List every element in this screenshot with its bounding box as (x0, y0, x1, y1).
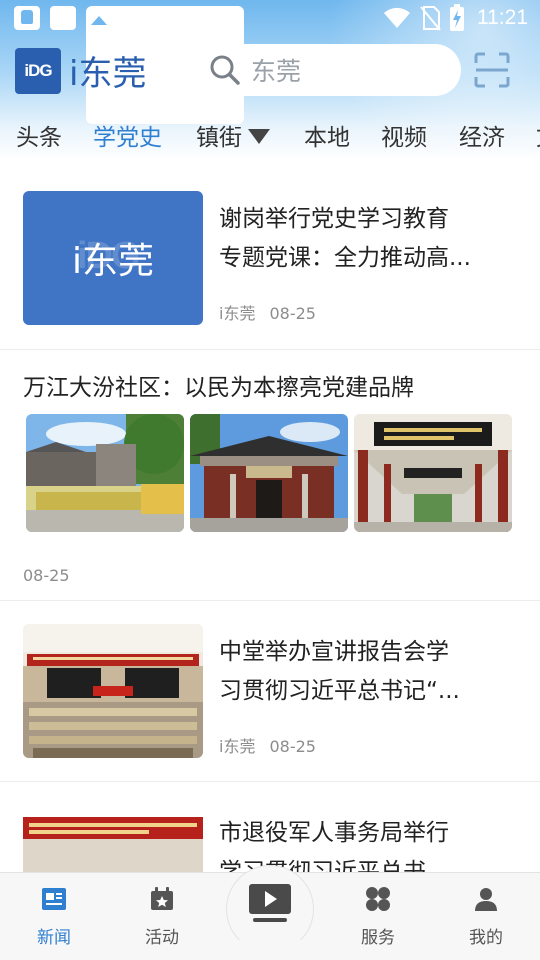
app-bar: iDG i东莞 东莞 (0, 40, 540, 100)
news-date: 08-25 (269, 304, 316, 323)
status-time: 11:21 (477, 6, 528, 29)
news-feed: iDG i东莞 谢岗举行党史学习教育 专题党课：全力推动高... i东莞 08-2… (0, 168, 540, 872)
news-photo (26, 414, 184, 532)
news-date: 08-25 (269, 737, 316, 756)
tab-local[interactable]: 本地 (304, 118, 350, 152)
news-title: 市退役军人事务局举行 学习贯彻习近平总书 (219, 814, 519, 872)
square-icon (50, 6, 76, 30)
tab-headlines[interactable]: 头条 (16, 118, 62, 152)
video-center-button[interactable] (226, 865, 314, 953)
nav-news[interactable]: 新闻 (14, 885, 94, 948)
nav-label: 活动 (145, 928, 179, 948)
dropdown-triangle-icon (248, 129, 270, 144)
news-meta: i东莞 08-25 (219, 733, 316, 757)
search-input[interactable]: 东莞 (177, 44, 461, 96)
nav-services[interactable]: 服务 (338, 885, 418, 948)
news-meta: i东莞 08-25 (219, 300, 316, 324)
battery-charging-icon (450, 4, 464, 31)
nav-label: 我的 (469, 928, 503, 948)
tab-towns[interactable]: 镇街 (196, 118, 270, 152)
services-grid-icon (366, 887, 390, 911)
news-title: 万江大汾社区：以民为本擦亮党建品牌 (23, 375, 414, 401)
user-icon (475, 888, 497, 911)
video-play-icon (249, 884, 291, 922)
calendar-icon (151, 887, 173, 910)
tab-party-history[interactable]: 学党史 (93, 118, 162, 152)
no-sim-icon (420, 6, 441, 31)
tab-video[interactable]: 视频 (381, 118, 427, 152)
header: 11:21 iDG i东莞 东莞 头条 学党史 镇街 本地 视频 经济 文 (0, 0, 540, 160)
tab-towns-label: 镇街 (196, 125, 242, 151)
news-item[interactable]: 市退役军人事务局举行 学习贯彻习近平总书 (0, 782, 540, 872)
bottom-navigation: 新闻 活动 服务 我的 (0, 865, 540, 960)
news-thumbnail: iDG i东莞 (23, 191, 203, 325)
news-source: i东莞 (219, 737, 256, 756)
logo-mark: iDG (15, 47, 61, 94)
app-logo[interactable]: iDG i东莞 (15, 46, 146, 95)
nav-label: 服务 (361, 928, 395, 948)
news-title-line: 习贯彻习近平总书记“... (219, 678, 460, 704)
news-item[interactable]: 中堂举办宣讲报告会学 习贯彻习近平总书记“... i东莞 08-25 (0, 600, 540, 782)
nav-activities[interactable]: 活动 (122, 885, 202, 948)
scan-icon[interactable] (474, 52, 510, 88)
news-source: i东莞 (219, 304, 256, 323)
wifi-icon (384, 7, 410, 29)
news-title: 中堂举办宣讲报告会学 习贯彻习近平总书记“... (219, 633, 519, 711)
news-title-line: 专题党课：全力推动高... (219, 245, 471, 271)
search-placeholder: 东莞 (251, 57, 302, 86)
search-icon (210, 55, 240, 85)
status-right-icons: 11:21 (383, 4, 528, 32)
news-photo (190, 414, 348, 532)
news-title: 谢岗举行党史学习教育 专题党课：全力推动高... (219, 200, 519, 278)
news-item-gallery[interactable]: 万江大汾社区：以民为本擦亮党建品牌 08-25 (0, 350, 540, 600)
news-meta: 08-25 (23, 566, 70, 585)
logo-text: i东莞 (69, 54, 147, 94)
tab-economy[interactable]: 经济 (459, 118, 505, 152)
news-photo (354, 414, 512, 532)
photo-strip (26, 414, 512, 532)
category-tabs: 头条 学党史 镇街 本地 视频 经济 文 (0, 110, 540, 160)
news-title-line: 谢岗举行党史学习教育 (219, 206, 449, 232)
news-thumbnail (23, 624, 203, 758)
news-thumbnail (23, 805, 203, 872)
news-title-line: 中堂举办宣讲报告会学 (219, 639, 449, 665)
thumbnail-logo-text: i东莞 (71, 241, 154, 282)
thumbnail-placeholder: iDG i东莞 (23, 191, 203, 325)
nav-label: 新闻 (37, 928, 71, 948)
news-icon (42, 888, 66, 910)
hand-icon (14, 6, 40, 30)
status-bar: 11:21 (0, 0, 540, 124)
news-title-line: 市退役军人事务局举行 (219, 820, 449, 846)
news-date: 08-25 (23, 566, 70, 585)
nav-me[interactable]: 我的 (446, 885, 526, 948)
news-item[interactable]: iDG i东莞 谢岗举行党史学习教育 专题党课：全力推动高... i东莞 08-2… (0, 168, 540, 350)
tab-culture[interactable]: 文 (536, 118, 540, 152)
